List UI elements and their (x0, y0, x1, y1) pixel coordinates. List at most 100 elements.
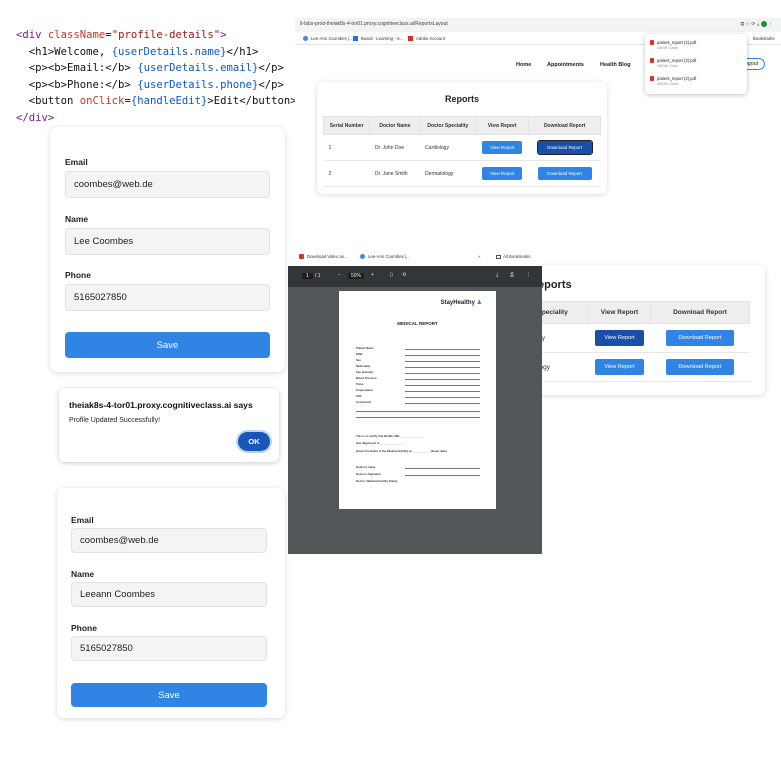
bookmark-1[interactable]: Lee-Ann Coombes |... (303, 36, 353, 42)
reports-title: Reports (444, 94, 479, 104)
reports-title: eports (538, 279, 572, 291)
code-string: "profile-details" (111, 29, 221, 41)
download-item[interactable]: patient_report (3).pdf 425 kB • Done (650, 58, 696, 68)
cell-speciality: Dermatology (420, 160, 476, 187)
download-report-button[interactable]: Download Report (666, 330, 734, 346)
email-field[interactable]: coombes@web.de (71, 528, 267, 553)
save-button[interactable]: Save (71, 683, 267, 707)
view-report-button[interactable]: View Report (482, 141, 523, 154)
print-icon[interactable]: ⎙ (510, 272, 514, 278)
field-label: Conclusion (356, 400, 372, 404)
code-line-2-end: </h1> (226, 45, 259, 58)
sign-label: Doctor's Signature (356, 472, 381, 476)
download-report-button[interactable]: Download Report (536, 140, 593, 155)
downloads-panel: patient_report (4).pdf 425 kB • Done pati… (645, 34, 747, 94)
name-label: Name (65, 214, 89, 224)
col-view: View Report (588, 301, 651, 324)
download-report-button[interactable]: Download Report (666, 359, 734, 375)
pdf-toolbar: 1 / 1 − 50% + ▯ ⟲ ⤓ ⎙ ⋮ (288, 266, 542, 287)
page-input[interactable]: 1 (302, 273, 313, 279)
nav-home[interactable]: Home (516, 62, 531, 68)
doc-title: MEDICAL REPORT (397, 321, 438, 326)
name-label: Name (71, 569, 95, 579)
bookmarks-right[interactable]: Bookmarks (753, 36, 775, 41)
view-report-button[interactable]: View Report (595, 359, 644, 375)
table-row: ology View Report Download Report (512, 352, 750, 382)
field-label: Blood Pressure (356, 376, 377, 380)
nav-appointments[interactable]: Appointments (547, 62, 584, 68)
name-field[interactable]: Leeann Coombes (71, 582, 267, 607)
email-field[interactable]: coombes@web.de (65, 171, 270, 198)
col-download: Download Report (528, 116, 601, 135)
field-label: Patient Name (356, 346, 374, 350)
code-close: > (220, 29, 227, 41)
col-download: Download Report (650, 301, 750, 324)
address-bar[interactable]: tl-labs-prod-theiak8s-4-tor01.proxy.cogn… (295, 18, 781, 32)
fit-page-icon[interactable]: ▯ (390, 272, 393, 278)
table-row: 1 Dr. John Doe Cardiology View Report Do… (323, 134, 601, 161)
toolbar-icons[interactable]: ⧉ ☆ ⟳ ⤓ ⋮ (741, 21, 773, 27)
code-expr-email: {userDetails.email} (137, 62, 259, 75)
certify-text: This is to certify that Mr./Mrs./Ms. ___… (356, 434, 425, 438)
field-label: Pulse (356, 382, 364, 386)
alert-message: Profile Updated Successfully! (69, 417, 161, 424)
table-row: ogy View Report Download Report (512, 323, 750, 353)
view-report-button[interactable]: View Report (595, 330, 644, 346)
code-attr: className (47, 29, 106, 41)
bookmark-2[interactable]: Board - Learning - S... (353, 36, 403, 42)
sign-label: Doctor's name (356, 465, 376, 469)
all-bookmarks[interactable]: All Bookmarks (496, 254, 530, 259)
code-line-4-end: </p> (258, 78, 284, 91)
hospital-text: [Insert the Name of the Medical facility… (356, 449, 447, 453)
col-speciality: Doctor Speciality (419, 116, 477, 135)
phone-field[interactable]: 5165027850 (65, 284, 270, 311)
download-icon[interactable]: ⤓ (496, 272, 498, 278)
chevron-right-icon[interactable]: » (478, 254, 480, 259)
bookmark-3[interactable]: Adobe Account (408, 36, 445, 42)
brand-logo: StayHealthy ♟ (440, 300, 482, 306)
name-field[interactable]: Lee Coombes (65, 228, 270, 255)
nav-health-blog[interactable]: Health Blog (600, 62, 631, 68)
save-button[interactable]: Save (65, 332, 270, 358)
tab-lee-ann[interactable]: Lee-Ann Coombes |... (360, 254, 410, 260)
col-view: View Report (475, 116, 530, 135)
code-line-5: <button (16, 95, 80, 108)
code-line-4: <p><b>Phone:</b> (16, 78, 138, 91)
code-attr-onclick: onClick (79, 95, 125, 108)
download-item[interactable]: patient_report (4).pdf 425 kB • Done (650, 40, 696, 50)
zoom-out-icon[interactable]: − (338, 272, 341, 278)
download-report-button[interactable]: Download Report (537, 167, 592, 180)
alert-title: theiak8s-4-tor01.proxy.cognitiveclass.ai… (69, 400, 253, 410)
cell-doctor: Dr. John Doe (369, 134, 421, 161)
col-serial: Serial Number (322, 116, 371, 135)
tab-download-video[interactable]: Download Video an... (299, 254, 348, 260)
reports-table: Serial Number Doctor Name Doctor Special… (322, 116, 601, 187)
code-line-3: <p><b>Email:</b> (16, 62, 138, 75)
phone-label: Phone (65, 270, 91, 280)
profile-form-1: Email coombes@web.de Name Lee Coombes Ph… (50, 127, 285, 372)
more-icon[interactable]: ⋮ (526, 272, 531, 278)
rotate-icon[interactable]: ⟲ (402, 272, 406, 278)
code-expr-phone: {userDetails.phone} (137, 78, 259, 91)
zoom-level[interactable]: 50% (348, 273, 365, 279)
pdf-icon (650, 58, 654, 63)
reports-card-zoomed: eports r Speciality View Report Download… (512, 265, 765, 395)
view-report-button[interactable]: View Report (482, 167, 523, 180)
download-item[interactable]: patient_report (2).pdf 425 kB • Done (650, 76, 696, 86)
profile-form-2: Email coombes@web.de Name Leeann Coombes… (57, 488, 285, 718)
page-total: / 1 (315, 273, 321, 279)
field-label: Nationality (356, 364, 371, 368)
field-label: Temperature (356, 388, 373, 392)
browser-window: tl-labs-prod-theiak8s-4-tor01.proxy.cogn… (295, 18, 781, 228)
phone-label: Phone (71, 623, 97, 633)
reports-card: Reports Serial Number Doctor Name Doctor… (317, 82, 607, 194)
email-label: Email (71, 515, 94, 525)
phone-field[interactable]: 5165027850 (71, 636, 267, 661)
tab-strip: Download Video an... Lee-Ann Coombes |..… (288, 249, 542, 266)
folder-icon (496, 254, 501, 259)
zoom-in-icon[interactable]: + (371, 272, 374, 278)
ok-button[interactable]: OK (238, 432, 270, 451)
code-line-6: </div> (16, 111, 55, 124)
field-label: Sex (356, 358, 361, 362)
cell-speciality: Cardiology (420, 134, 476, 161)
